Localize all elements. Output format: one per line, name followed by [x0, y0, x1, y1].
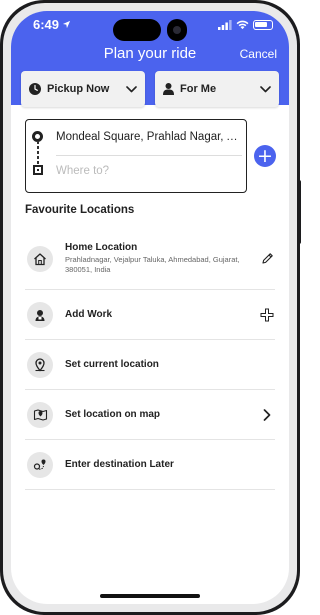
destination-later-label: Enter destination Later	[65, 459, 174, 470]
battery-icon	[253, 20, 273, 30]
home-label: Home Location	[65, 242, 138, 253]
home-indicator	[100, 594, 200, 598]
rider-dropdown[interactable]: For Me	[155, 71, 279, 107]
signal-icon	[218, 20, 232, 30]
location-pin-icon	[27, 351, 53, 378]
work-label: Add Work	[65, 309, 113, 320]
current-location-label: Set current location	[65, 359, 159, 370]
wifi-icon	[236, 20, 249, 30]
home-address: Prahladnagar, Vejalpur Taluka, Ahmedabad…	[65, 255, 240, 274]
favourites-heading: Favourite Locations	[25, 204, 135, 216]
add-stop-button[interactable]: +	[254, 145, 276, 167]
location-arrow-icon	[62, 20, 71, 29]
route-box: Mondeal Square, Prahlad Nagar, Ahmedabad…	[25, 119, 247, 193]
home-icon	[27, 245, 53, 272]
favourite-home-row[interactable]: Home Location Prahladnagar, Vejalpur Tal…	[25, 228, 275, 290]
chevron-right-icon	[259, 407, 275, 423]
clock-icon	[29, 83, 41, 95]
dynamic-island	[113, 19, 161, 41]
status-indicators	[218, 20, 273, 30]
favourite-map-row[interactable]: Set location on map	[25, 390, 275, 440]
pickup-time-dropdown[interactable]: Pickup Now	[21, 71, 145, 107]
favourite-destination-later-row[interactable]: Enter destination Later	[25, 440, 275, 490]
destination-input[interactable]: Where to?	[56, 165, 242, 177]
status-time: 6:49	[33, 17, 71, 32]
route-icon	[27, 451, 53, 478]
plus-icon[interactable]	[259, 307, 275, 323]
time-text: 6:49	[33, 17, 60, 32]
pickup-time-label: Pickup Now	[47, 83, 110, 95]
cancel-button[interactable]: Cancel	[240, 47, 277, 61]
favourite-current-location-row[interactable]: Set current location	[25, 340, 275, 390]
destination-square-icon	[33, 165, 43, 175]
favourite-work-row[interactable]: Add Work	[25, 290, 275, 340]
map-icon	[27, 401, 53, 428]
pickup-input[interactable]: Mondeal Square, Prahlad Nagar, Ahmedabad	[56, 131, 242, 143]
work-icon	[27, 301, 53, 328]
chevron-down-icon	[260, 85, 271, 92]
divider	[56, 155, 242, 156]
map-location-label: Set location on map	[65, 409, 161, 420]
rider-label: For Me	[180, 83, 217, 95]
edit-icon[interactable]	[259, 251, 275, 267]
front-camera	[167, 19, 187, 41]
power-button	[297, 180, 301, 244]
chevron-down-icon	[126, 85, 137, 92]
person-icon	[163, 83, 174, 95]
screen: 6:49 Plan your ride Cancel Pickup Now Fo…	[11, 11, 289, 604]
